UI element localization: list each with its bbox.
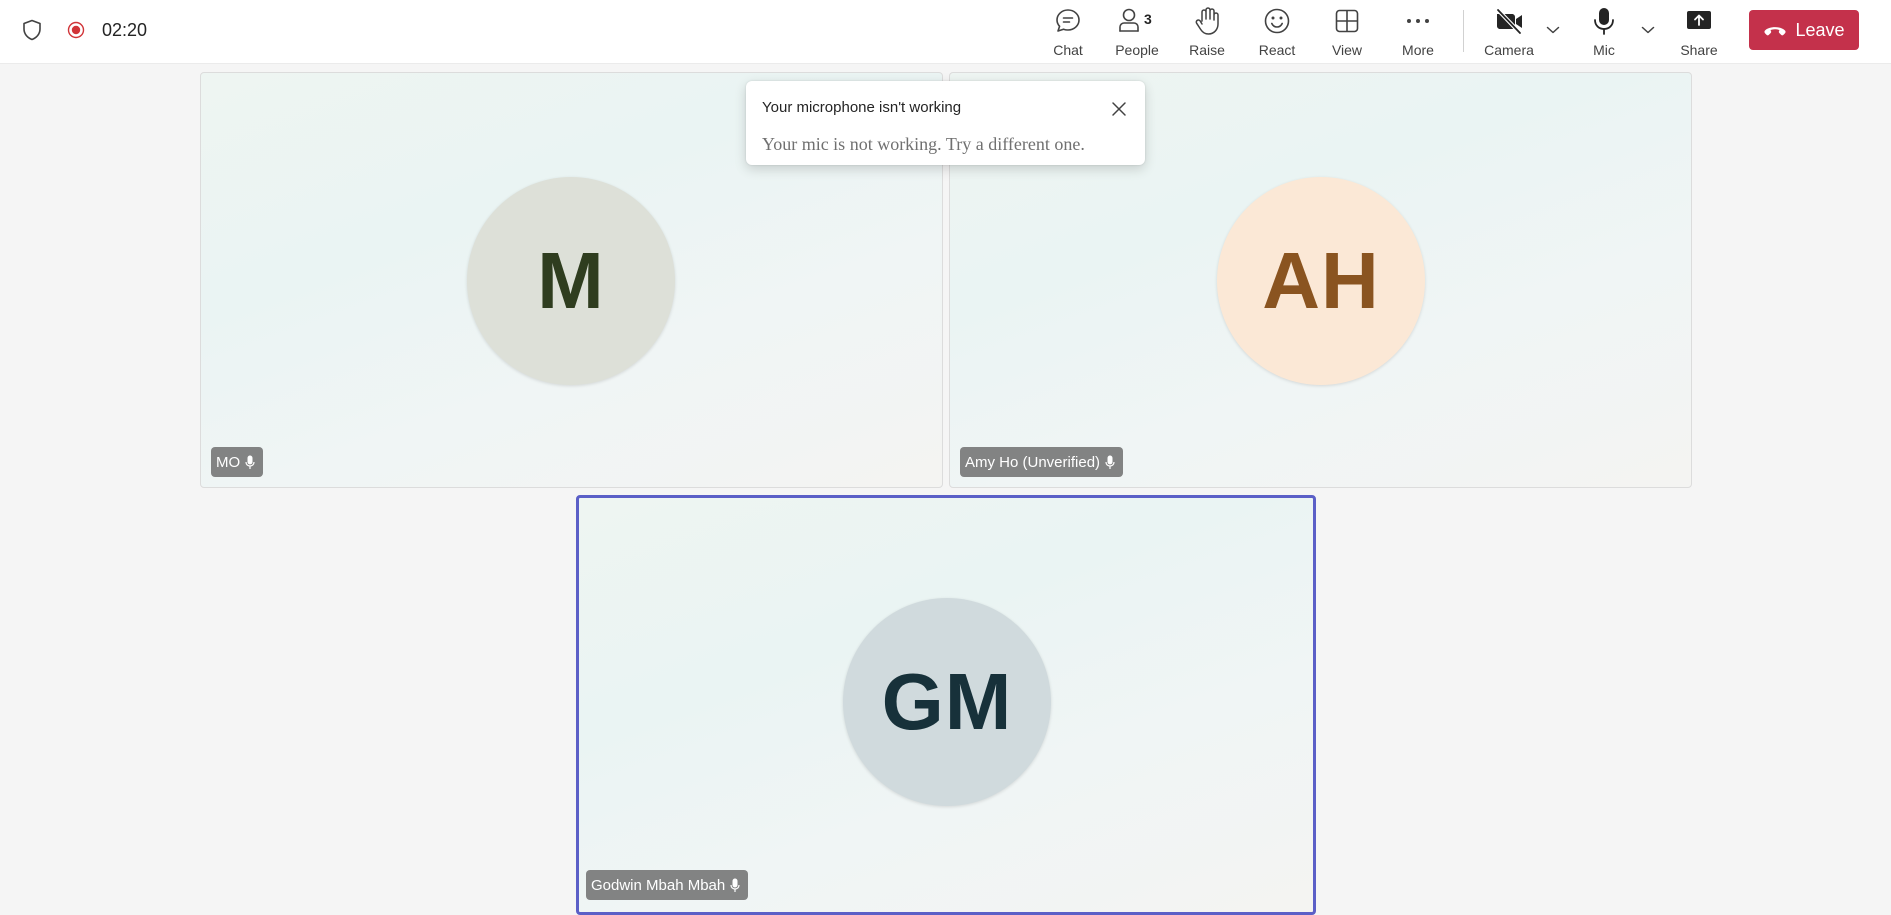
mic-label: Mic [1593, 42, 1615, 58]
mic-button[interactable]: Mic [1573, 0, 1635, 62]
meeting-timer: 02:20 [102, 19, 148, 40]
shield-icon[interactable] [20, 18, 44, 42]
react-label: React [1258, 42, 1296, 58]
view-label: View [1331, 42, 1363, 58]
hand-icon [1193, 5, 1221, 37]
avatar: AH [1217, 177, 1425, 385]
hang-up-icon [1763, 23, 1787, 37]
leave-button[interactable]: Leave [1749, 10, 1859, 50]
share-screen-icon [1685, 5, 1713, 37]
meeting-toolbar: 02:20 Chat 3 People Raise React View Mor… [0, 0, 1891, 64]
participant-name-tag: Amy Ho (Unverified) [960, 447, 1124, 477]
toast-message: Your mic is not working. Try a different… [762, 134, 1085, 154]
react-button[interactable]: React [1246, 0, 1308, 62]
participant-name-tag: MO [211, 447, 264, 477]
recording-icon [66, 20, 86, 40]
people-count-badge: 3 [1144, 11, 1152, 27]
chat-button[interactable]: Chat [1037, 0, 1099, 62]
camera-label: Camera [1484, 42, 1534, 58]
participant-name: Amy Ho (Unverified) [965, 453, 1101, 471]
people-button[interactable]: 3 People [1106, 0, 1168, 62]
microphone-icon [245, 455, 255, 470]
chat-label: Chat [1053, 42, 1083, 58]
more-button[interactable]: More [1387, 0, 1449, 62]
close-icon[interactable] [1107, 97, 1131, 121]
avatar: GM [843, 598, 1051, 806]
raise-label: Raise [1189, 42, 1225, 58]
avatar: M [467, 177, 675, 385]
meeting-info: 02:20 [20, 0, 147, 60]
view-button[interactable]: View [1316, 0, 1378, 62]
camera-options-chevron-icon[interactable] [1543, 18, 1563, 42]
people-label: People [1115, 42, 1159, 58]
share-label: Share [1680, 42, 1718, 58]
more-icon [1404, 5, 1432, 37]
leave-label: Leave [1795, 19, 1845, 40]
microphone-icon [730, 878, 740, 893]
toolbar-divider [1463, 10, 1464, 52]
participant-name: MO [216, 453, 241, 471]
participant-name-tag: Godwin Mbah Mbah [586, 870, 749, 900]
people-icon: 3 [1117, 5, 1157, 37]
smiley-icon [1263, 5, 1291, 37]
grid-view-icon [1333, 5, 1361, 37]
microphone-icon [1590, 5, 1618, 37]
mic-warning-toast: Your microphone isn't working Your mic i… [746, 81, 1145, 165]
raise-hand-button[interactable]: Raise [1176, 0, 1238, 62]
participant-tile-godwin-mbah-mbah[interactable]: GM Godwin Mbah Mbah [576, 495, 1316, 915]
camera-button[interactable]: Camera [1478, 0, 1540, 62]
camera-off-icon [1494, 5, 1524, 37]
share-button[interactable]: Share [1668, 0, 1730, 62]
participant-name: Godwin Mbah Mbah [591, 876, 726, 894]
toast-title: Your microphone isn't working [762, 99, 962, 116]
more-label: More [1402, 42, 1434, 58]
microphone-icon [1105, 455, 1115, 470]
chat-icon [1054, 5, 1082, 37]
mic-options-chevron-icon[interactable] [1638, 18, 1658, 42]
